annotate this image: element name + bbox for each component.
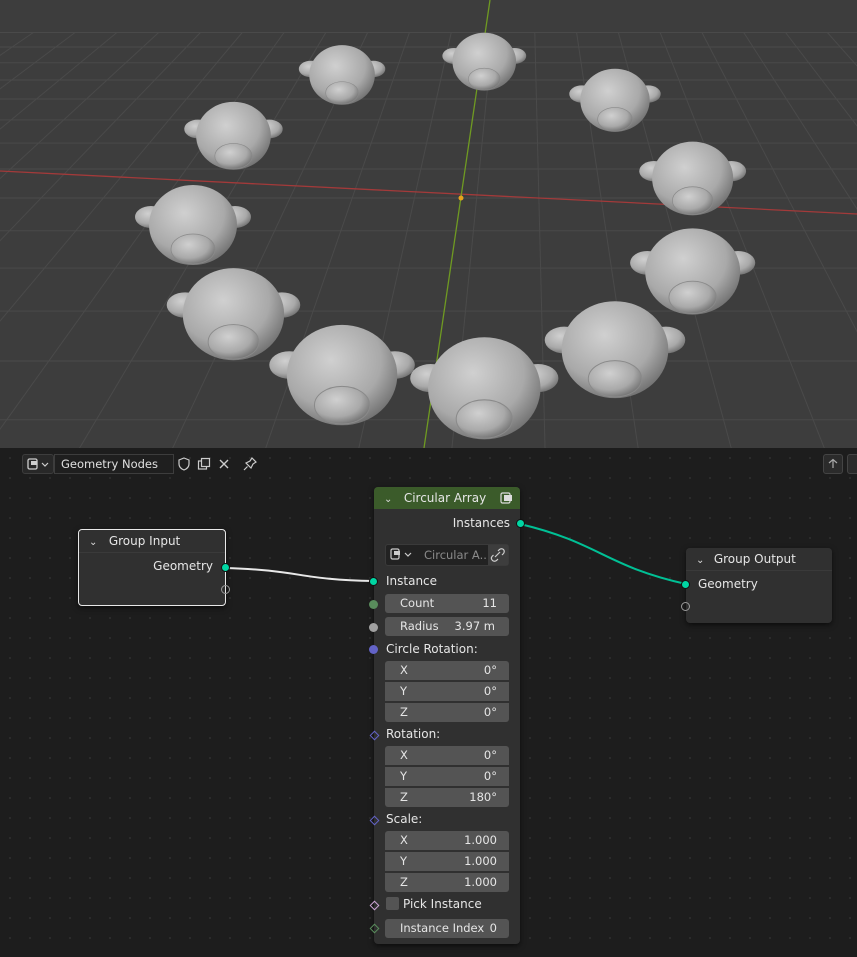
field-label: Y	[400, 684, 408, 698]
object-selector-value: Circular A...	[424, 548, 491, 562]
field-label: Instance Index	[400, 921, 485, 935]
node-title: Group Input	[108, 534, 181, 548]
link-geometry-to-instance	[224, 567, 375, 582]
grid-line	[0, 32, 118, 130]
field-label: Count	[400, 596, 435, 610]
monkey-instance	[166, 268, 301, 361]
monkey-instance	[442, 32, 527, 91]
field-label: X	[400, 833, 408, 847]
field-value: 0°	[483, 684, 497, 698]
grid-line	[826, 32, 857, 67]
monkey-instance	[135, 185, 251, 265]
field-label: X	[400, 663, 408, 677]
rotation-z-field[interactable]: Z 180°	[385, 788, 509, 807]
empty-output-socket[interactable]	[221, 585, 230, 594]
node-editor[interactable]: Geometry Nodes ⌄ Group Input Geometry ⌄ …	[0, 448, 857, 957]
socket-label-instances: Instances	[452, 516, 510, 530]
monkey-ring	[135, 32, 756, 440]
circle-rotation-x-field[interactable]: X 0°	[385, 661, 509, 680]
socket-label-geometry: Geometry	[698, 577, 758, 591]
grid-line	[785, 32, 857, 127]
monkey-instance	[184, 101, 283, 170]
field-value: 1.000	[464, 875, 497, 889]
scale-z-field[interactable]: Z 1.000	[385, 873, 509, 892]
socket-label-instance: Instance	[386, 574, 438, 588]
circle-rotation-y-field[interactable]: Y 0°	[385, 682, 509, 701]
group-input-node[interactable]: ⌄ Group Input Geometry	[78, 529, 230, 606]
radius-field[interactable]: Radius 3.97 m	[385, 617, 509, 636]
field-value: 0	[489, 921, 497, 935]
scale-label: Scale:	[386, 812, 423, 826]
rotation-x-field[interactable]: X 0°	[385, 746, 509, 765]
geometry-output-socket[interactable]	[221, 563, 230, 572]
field-label: X	[400, 748, 408, 762]
circular-array-node[interactable]: ⌄ Circular Array Instances Circular A...…	[369, 487, 525, 944]
field-value: 3.97 m	[454, 619, 495, 633]
monkey-instance	[630, 228, 756, 315]
radius-input-socket[interactable]	[369, 623, 378, 632]
chevron-down-icon[interactable]: ⌄	[384, 489, 394, 511]
pick-instance-checkbox[interactable]	[386, 897, 399, 910]
node-title: Circular Array	[403, 491, 487, 505]
field-value: 0°	[483, 748, 497, 762]
viewport-canvas	[0, 0, 857, 448]
object-selector-field[interactable]: Circular A...	[385, 544, 509, 566]
field-label: Y	[400, 769, 408, 783]
rotation-y-field[interactable]: Y 0°	[385, 767, 509, 786]
empty-input-socket[interactable]	[681, 602, 690, 611]
monkey-instance	[410, 337, 559, 440]
node-title: Group Output	[713, 552, 796, 566]
field-label: Z	[400, 705, 408, 719]
grid-line	[0, 32, 34, 56]
count-input-socket[interactable]	[369, 600, 378, 609]
grid-line	[0, 32, 76, 90]
geometry-input-socket[interactable]	[681, 580, 690, 589]
circular-array-header: ⌄ Circular Array	[374, 487, 520, 509]
origin-point	[458, 195, 464, 201]
instance-index-field[interactable]: Instance Index 0	[385, 919, 509, 938]
field-value: 1.000	[464, 854, 497, 868]
link-instances-to-output	[519, 523, 687, 585]
node-group-icon	[500, 492, 512, 504]
circle-rotation-label: Circle Rotation:	[386, 642, 478, 656]
group-output-header: ⌄ Group Output	[686, 548, 832, 570]
field-value: 180°	[469, 790, 497, 804]
3d-viewport[interactable]	[0, 0, 857, 448]
chevron-down-icon[interactable]: ⌄	[89, 532, 99, 554]
socket-label-geometry: Geometry	[153, 559, 213, 573]
field-label: Y	[400, 854, 408, 868]
chevron-down-icon[interactable]: ⌄	[696, 550, 706, 572]
instance-input-socket[interactable]	[369, 577, 378, 586]
count-field[interactable]: Count 11	[385, 594, 509, 613]
scale-y-field[interactable]: Y 1.000	[385, 852, 509, 871]
object-type-icon[interactable]	[388, 545, 416, 565]
grid-line	[743, 32, 857, 210]
field-label: Z	[400, 790, 408, 804]
field-label: Radius	[400, 619, 439, 633]
link-icon[interactable]	[488, 545, 508, 565]
monkey-instance	[298, 45, 386, 105]
grid-line	[0, 32, 285, 431]
instances-output-socket[interactable]	[516, 519, 525, 528]
field-value: 1.000	[464, 833, 497, 847]
group-input-header: ⌄ Group Input	[79, 530, 225, 552]
circle-rotation-z-field[interactable]: Z 0°	[385, 703, 509, 722]
field-value: 0°	[483, 769, 497, 783]
group-output-node[interactable]: ⌄ Group Output Geometry	[681, 548, 832, 623]
field-label: Z	[400, 875, 408, 889]
rotation-label: Rotation:	[386, 727, 441, 741]
circle-rotation-input-socket[interactable]	[369, 645, 378, 654]
field-value: 0°	[483, 705, 497, 719]
monkey-instance	[544, 301, 686, 399]
field-value: 11	[482, 596, 497, 610]
monkey-instance	[269, 324, 415, 426]
pick-instance-label: Pick Instance	[403, 897, 482, 911]
field-value: 0°	[483, 663, 497, 677]
scale-x-field[interactable]: X 1.000	[385, 831, 509, 850]
